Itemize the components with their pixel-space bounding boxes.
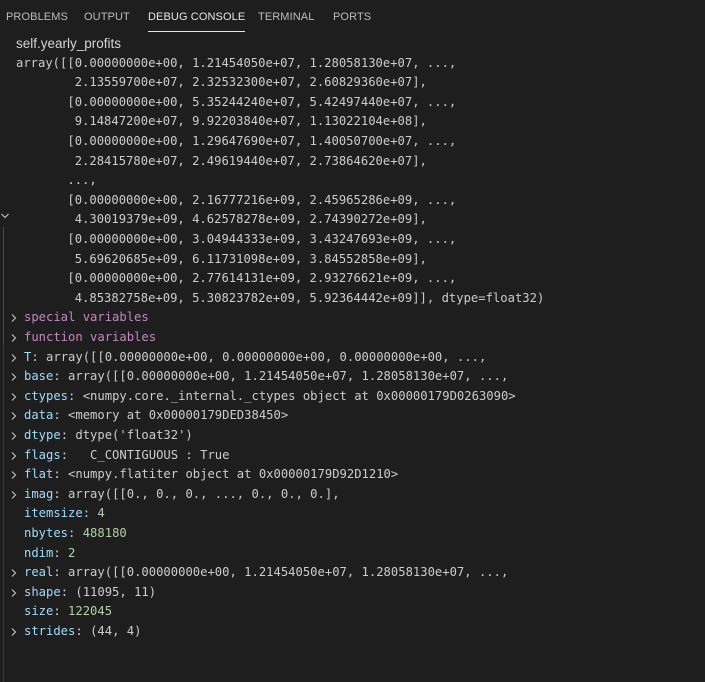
array-output-text: ..., [16,173,97,188]
variable-value: dtype('float32') [75,428,193,442]
variable-name: itemsize [24,506,83,521]
tab-problems[interactable]: PROBLEMS [6,11,68,23]
variable-row[interactable]: flat: <numpy.flatiter object at 0x000001… [0,465,705,485]
tab-terminal[interactable]: TERMINAL [258,11,314,23]
variable-row[interactable]: flags: C_CONTIGUOUS : True [0,446,705,466]
variable-row[interactable]: data: <memory at 0x00000179DED38450> [0,406,705,426]
array-output-line: [0.00000000e+00, 1.29647690e+07, 1.40050… [0,132,705,152]
variable-value: array([[0.00000000e+00, 1.21454050e+07, … [68,369,509,384]
variable-value: <numpy.flatiter object at 0x00000179D92D… [68,467,399,482]
array-output-text: [0.00000000e+00, 3.04944333e+09, 3.43247… [16,232,457,246]
debug-console-output[interactable]: self.yearly_profits array([[0.00000000e+0… [0,34,705,682]
array-output-line: 4.30019379e+09, 4.62578278e+09, 2.743902… [0,210,705,230]
tab-debug-console[interactable]: DEBUG CONSOLE [148,11,246,32]
chevron-right-icon[interactable] [9,348,19,368]
array-output-text: 4.30019379e+09, 4.62578278e+09, 2.743902… [16,212,427,227]
array-output-line: [0.00000000e+00, 5.35244240e+07, 5.42497… [0,93,705,113]
tab-ports[interactable]: PORTS [333,11,371,23]
variable-row: itemsize: 4 [24,506,105,521]
chevron-right-icon[interactable] [9,367,19,387]
chevron-right-icon[interactable] [9,563,19,583]
console-expression-line: self.yearly_profits [0,34,705,54]
variable-row[interactable]: special variables [0,308,705,328]
variable-row[interactable]: function variables [0,328,705,348]
array-output-line: 2.28415780e+07, 2.49619440e+07, 2.738646… [0,152,705,172]
panel-tab-bar: PROBLEMS OUTPUT DEBUG CONSOLE TERMINAL P… [0,0,705,36]
chevron-right-icon[interactable] [9,308,19,328]
chevron-right-icon[interactable] [9,328,19,348]
variable-row[interactable]: ctypes: <numpy.core._internal._ctypes ob… [0,387,705,407]
variable-row[interactable]: shape: (11095, 11) [0,583,705,603]
variable-row: nbytes: 488180 [24,526,127,540]
array-output-text: 2.13559700e+07, 2.32532300e+07, 2.608293… [16,75,427,90]
variable-name: size [24,604,54,619]
array-output-line: 4.85382758e+09, 5.30823782e+09, 5.923644… [0,289,705,309]
array-output-line: ..., [0,171,705,191]
variable-name: strides [24,624,76,638]
chevron-right-icon[interactable] [9,583,19,603]
variable-name: flat [24,467,54,482]
array-output-text: 9.14847200e+07, 9.92203840e+07, 1.130221… [16,114,427,129]
array-output-text: [0.00000000e+00, 5.35244240e+07, 5.42497… [16,94,457,109]
array-output-line: 2.13559700e+07, 2.32532300e+07, 2.608293… [0,73,705,93]
variable-name: dtype [24,428,61,442]
chevron-right-icon[interactable] [9,446,19,466]
variable-row[interactable]: base: array([[0.00000000e+00, 1.21454050… [0,367,705,387]
variable-value: C_CONTIGUOUS : True [75,447,230,462]
array-output-text: [0.00000000e+00, 1.29647690e+07, 1.40050… [16,134,457,148]
variable-row[interactable]: T: array([[0.00000000e+00, 0.00000000e+0… [0,348,705,368]
variable-value: 2 [68,545,76,560]
variable-name: data [24,408,54,423]
array-output-text: 5.69620685e+09, 6.11731098e+09, 3.845528… [16,251,427,266]
variable-row[interactable]: strides: (44, 4) [0,622,705,642]
variable-value: <numpy.core._internal._ctypes object at … [82,388,516,403]
variable-value: (11095, 11) [75,584,157,599]
variable-row[interactable]: dtype: dtype('float32') [0,426,705,446]
array-output-line: array([[0.00000000e+00, 1.21454050e+07, … [0,54,705,74]
variable-name: special variables [24,310,149,325]
array-output-text: [0.00000000e+00, 2.16777216e+09, 2.45965… [16,192,457,207]
variable-value: 4 [97,506,105,521]
chevron-right-icon[interactable] [9,485,19,505]
variable-row: size: 122045 [24,604,113,619]
variable-name: real [24,565,54,580]
array-output-text: [0.00000000e+00, 2.77614131e+09, 2.93276… [16,271,457,286]
variable-row[interactable]: imag: array([[0., 0., 0., ..., 0., 0., 0… [0,485,705,505]
variable-value: 488180 [82,526,127,540]
variable-name: nbytes [24,526,69,540]
variable-name: function variables [24,330,157,344]
variable-row[interactable]: real: array([[0.00000000e+00, 1.21454050… [0,563,705,583]
variable-name: ndim [24,545,54,560]
variable-row: ndim: 2 [24,545,76,560]
variable-value: 122045 [68,604,113,619]
variable-name: imag [24,486,54,501]
variable-value: array([[0., 0., 0., ..., 0., 0., 0.], [68,486,340,501]
chevron-right-icon[interactable] [9,622,19,642]
array-output-line: 5.69620685e+09, 6.11731098e+09, 3.845528… [0,250,705,270]
array-output-text: 2.28415780e+07, 2.49619440e+07, 2.738646… [16,153,427,168]
variable-value: array([[0.00000000e+00, 1.21454050e+07, … [68,565,509,580]
array-output-line: [0.00000000e+00, 3.04944333e+09, 3.43247… [0,230,705,250]
array-output-text: 4.85382758e+09, 5.30823782e+09, 5.923644… [16,290,545,305]
variable-value: <memory at 0x00000179DED38450> [68,408,289,423]
chevron-right-icon[interactable] [9,387,19,407]
chevron-right-icon[interactable] [9,406,19,426]
variable-value: (44, 4) [90,624,142,638]
debug-panel: PROBLEMS OUTPUT DEBUG CONSOLE TERMINAL P… [0,0,705,682]
tab-output[interactable]: OUTPUT [84,11,130,23]
variable-name: flags [24,447,61,462]
array-output-line: 9.14847200e+07, 9.92203840e+07, 1.130221… [0,112,705,132]
variable-name: ctypes [24,388,69,403]
variable-name: shape [24,584,61,599]
console-expression: self.yearly_profits [16,36,122,51]
chevron-right-icon[interactable] [9,465,19,485]
array-output-line: [0.00000000e+00, 2.77614131e+09, 2.93276… [0,269,705,289]
chevron-right-icon[interactable] [9,426,19,446]
variable-name: base [24,369,54,384]
array-output-text: array([[0.00000000e+00, 1.21454050e+07, … [16,55,457,70]
array-output-line: [0.00000000e+00, 2.16777216e+09, 2.45965… [0,191,705,211]
variable-value: array([[0.00000000e+00, 0.00000000e+00, … [46,349,487,364]
